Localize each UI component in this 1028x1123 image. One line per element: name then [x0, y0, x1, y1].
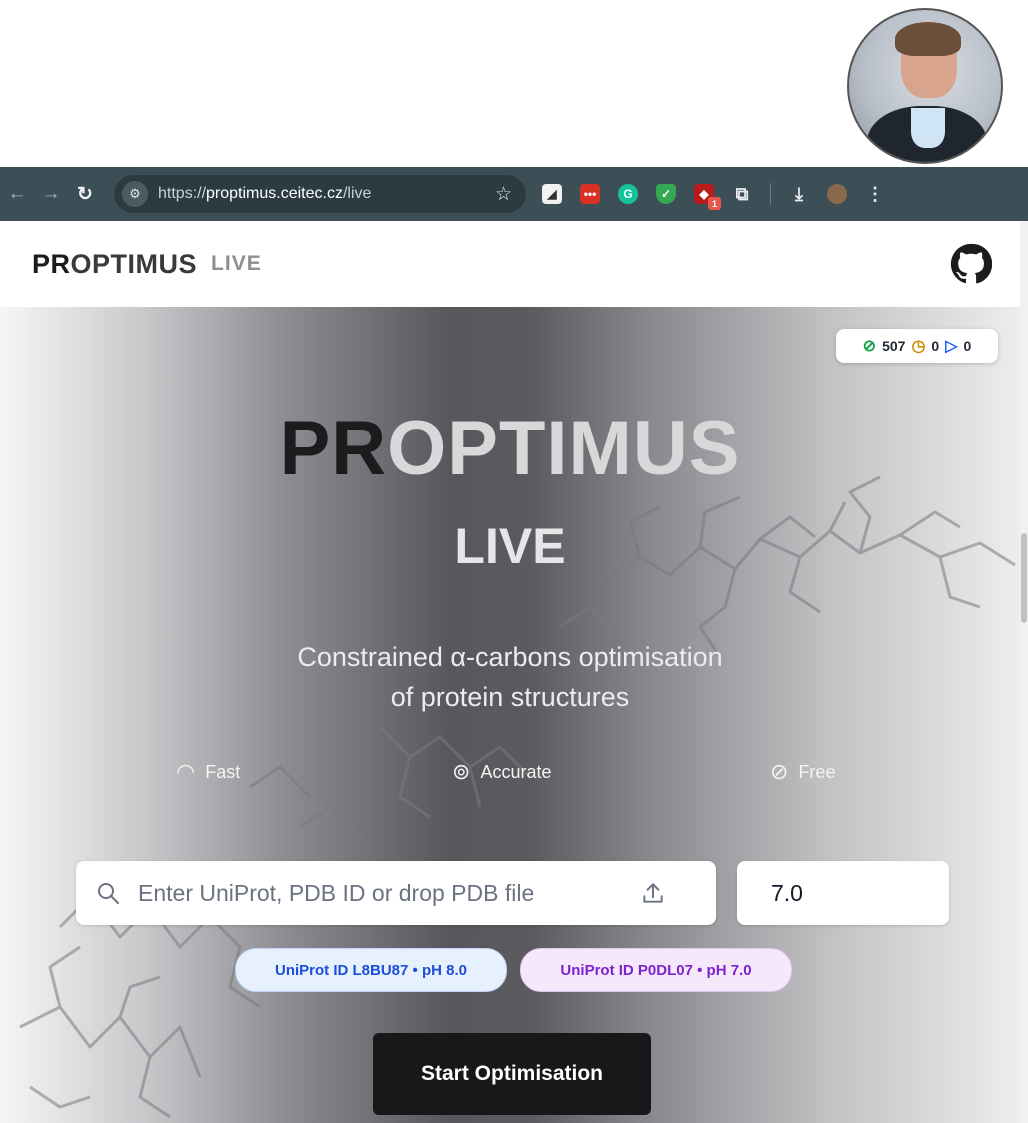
running-count: 0 — [963, 338, 972, 354]
brand-logo[interactable]: PROPTIMUS — [32, 249, 197, 280]
ublock-extension-icon[interactable]: ◆ 1 — [694, 184, 721, 210]
feature-free: ⊘ Free — [770, 759, 836, 784]
browser-menu-icon[interactable]: ⋮ — [865, 184, 885, 204]
ph-input[interactable] — [769, 878, 933, 908]
hero-section: ⊘ 507 ◷ 0 ▷ 0 PROPTIMUS LIVE Constrained… — [0, 307, 1020, 1123]
site-settings-icon[interactable]: ⚙ — [122, 181, 148, 207]
profile-avatar[interactable] — [827, 184, 847, 204]
hero-tagline: Constrained α-carbons optimisation of pr… — [297, 642, 723, 712]
structure-id-input[interactable] — [136, 878, 640, 908]
site-header: PROPTIMUS LIVE — [0, 221, 1028, 308]
hero-title: PROPTIMUS — [279, 406, 741, 491]
example-button-p0dl07[interactable]: UniProt ID P0DL07 • pH 7.0 — [520, 948, 792, 992]
github-icon[interactable] — [950, 243, 992, 285]
gauge-icon: ◠ — [176, 759, 196, 784]
reload-icon[interactable]: ↻ — [68, 183, 102, 206]
back-arrow-icon[interactable]: ← — [0, 183, 34, 205]
grammarly-extension-icon[interactable]: G — [618, 184, 638, 204]
download-icon[interactable]: ⤓ — [789, 184, 809, 204]
completed-count: 507 — [882, 338, 906, 354]
search-icon — [98, 883, 119, 904]
upload-icon[interactable] — [640, 880, 666, 906]
page-scrollbar[interactable] — [1020, 221, 1028, 1123]
hero-subtitle: LIVE — [454, 518, 566, 574]
start-optimisation-button[interactable]: Start Optimisation — [373, 1033, 651, 1115]
extension-badge: 1 — [708, 197, 721, 210]
completed-check-icon: ⊘ — [862, 338, 877, 355]
structure-search-box[interactable] — [76, 861, 716, 925]
scrollbar-thumb[interactable] — [1021, 533, 1027, 623]
running-play-icon: ▷ — [945, 338, 958, 355]
forward-arrow-icon[interactable]: → — [34, 183, 68, 205]
browser-toolbar: ← → ↻ ⚙ https://proptimus.ceitec.cz/live… — [0, 167, 1028, 221]
webcam-person-hair — [895, 22, 961, 56]
check-circle-icon: ⊘ — [770, 759, 789, 784]
pending-clock-icon: ◷ — [911, 338, 926, 355]
ph-input-box[interactable] — [737, 861, 949, 925]
queue-status-pill: ⊘ 507 ◷ 0 ▷ 0 — [836, 329, 998, 363]
feature-fast: ◠ Fast — [176, 759, 241, 784]
extensions-puzzle-icon[interactable]: ⧉ — [732, 184, 752, 204]
target-icon: ⊚ — [452, 759, 471, 784]
extensions-area: ◢ ••• G ✓ ◆ 1 ⧉ ⤓ ⋮ — [542, 183, 885, 210]
address-bar[interactable]: ⚙ https://proptimus.ceitec.cz/live ☆ — [114, 175, 526, 213]
toolbar-divider — [770, 183, 771, 205]
webcam-person-shirt — [911, 108, 945, 148]
brand-subtitle: LIVE — [211, 252, 262, 275]
example-button-l8bu87[interactable]: UniProt ID L8BU87 • pH 8.0 — [235, 948, 507, 992]
feature-accurate: ⊚ Accurate — [452, 759, 552, 784]
telegram-extension-icon[interactable]: ◢ — [542, 184, 562, 204]
shield-extension-icon[interactable]: ✓ — [656, 184, 676, 204]
webcam-overlay — [847, 8, 1003, 164]
bookmark-star-icon[interactable]: ☆ — [495, 183, 512, 206]
pending-count: 0 — [931, 338, 940, 354]
lastpass-extension-icon[interactable]: ••• — [580, 184, 600, 204]
url-text[interactable]: https://proptimus.ceitec.cz/live — [158, 185, 371, 203]
